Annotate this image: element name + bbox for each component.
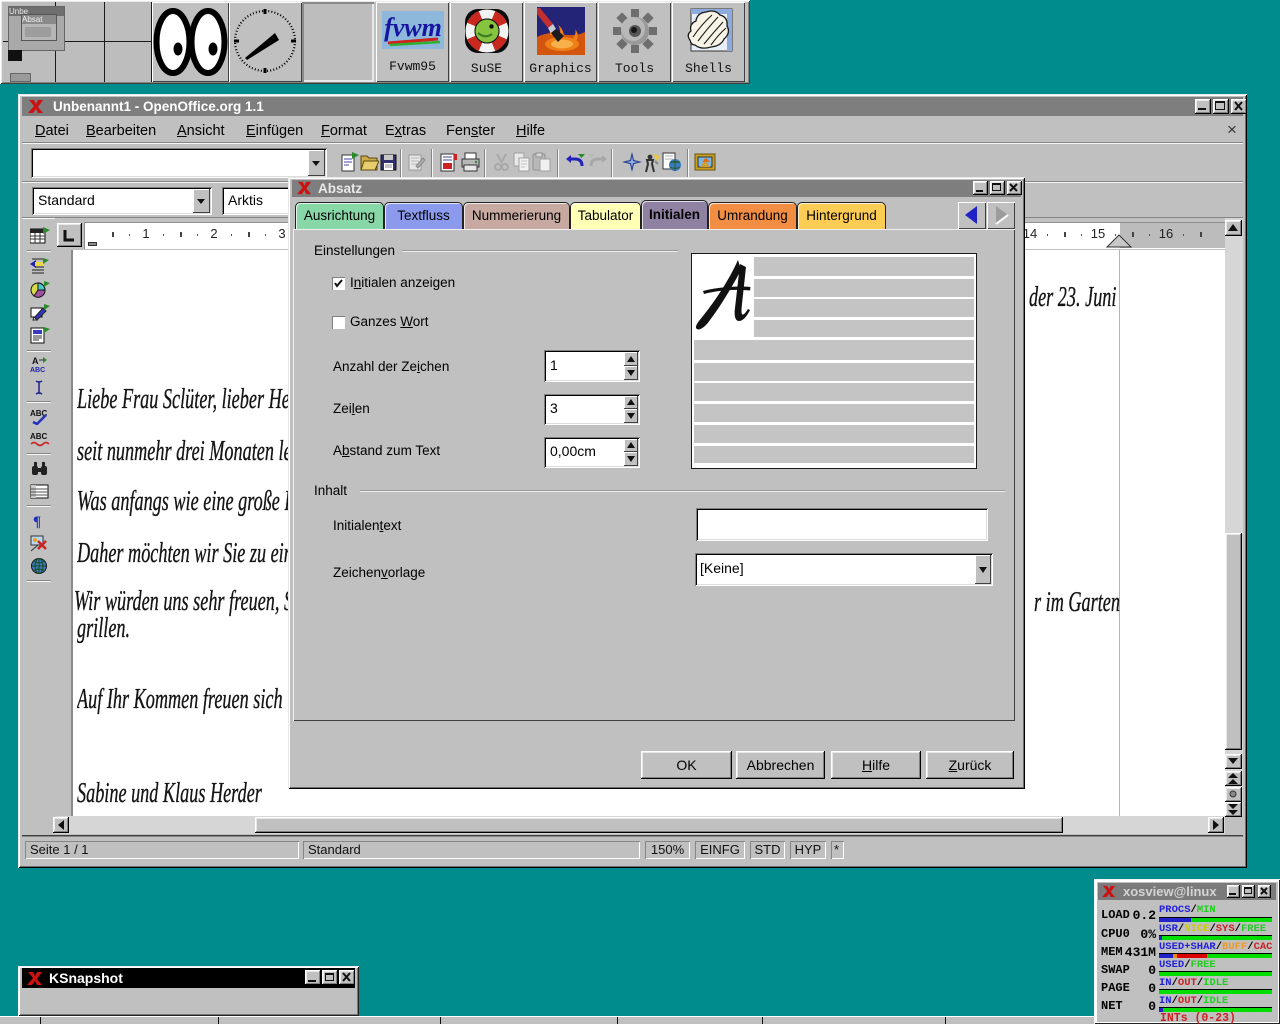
- svg-text:ABC: ABC: [30, 367, 45, 373]
- svg-text:¶: ¶: [33, 514, 41, 529]
- svg-text:ABC: ABC: [30, 432, 48, 441]
- svg-text:fvwm: fvwm: [384, 13, 442, 42]
- svg-text:A: A: [32, 356, 39, 366]
